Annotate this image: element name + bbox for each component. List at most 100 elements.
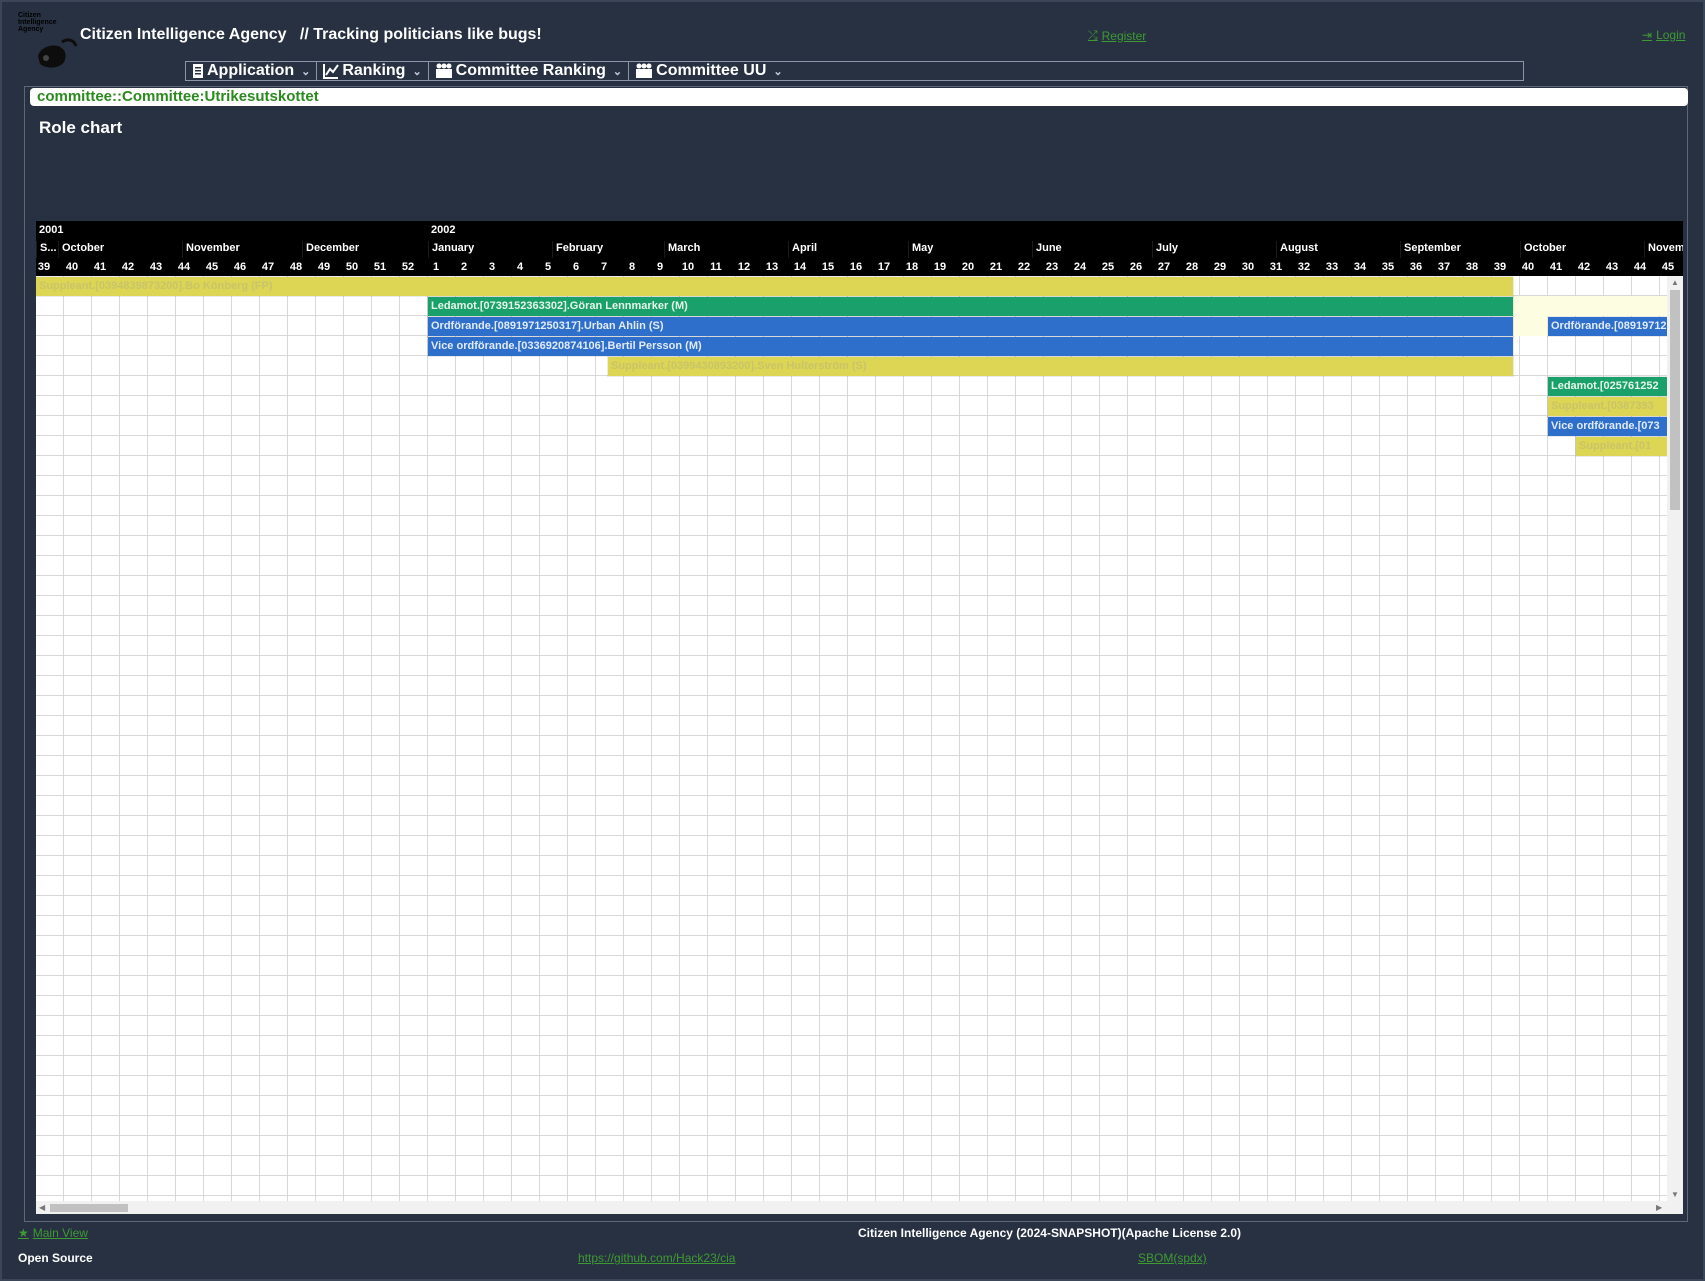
role-bar[interactable]: Suppleant.[0399430893200].Sven Hulterstr…: [608, 357, 1513, 376]
year-label: 2001: [39, 224, 64, 236]
week-label: 22: [1017, 261, 1031, 273]
month-label: October: [1520, 241, 1644, 258]
chart-grid: Suppleant.[0394839873200].Bo Könberg (FP…: [36, 276, 1667, 1201]
week-label: 34: [1353, 261, 1367, 273]
week-label: 44: [1633, 261, 1647, 273]
week-label: 43: [1605, 261, 1619, 273]
brand: Citizen Intelligence Agency // Tracking …: [80, 26, 542, 44]
shuffle-icon: ⤮: [1088, 28, 1098, 42]
login-link[interactable]: ⇥ Login: [1642, 28, 1685, 42]
week-label: 41: [93, 261, 107, 273]
scroll-right-icon[interactable]: ▶: [1656, 1203, 1662, 1212]
week-label: 44: [177, 261, 191, 273]
sbom-link[interactable]: SBOM(spdx): [1138, 1251, 1207, 1265]
week-label: 45: [1661, 261, 1675, 273]
week-label: 16: [849, 261, 863, 273]
week-label: 24: [1073, 261, 1087, 273]
week-label: 45: [205, 261, 219, 273]
scroll-thumb[interactable]: [1670, 290, 1680, 510]
role-chart: 2001 2002 S... October November December…: [36, 221, 1683, 1214]
month-label: April: [788, 241, 908, 258]
breadcrumb[interactable]: committee::Committee:Utrikesutskottet: [30, 88, 1688, 106]
footer-open-source: Open Source: [18, 1251, 93, 1265]
role-bar[interactable]: Ordförande.[0891971250317].Urban Ahlin (…: [428, 317, 1513, 336]
week-label: 30: [1241, 261, 1255, 273]
menu-committee-ranking[interactable]: Committee Ranking ⌄: [429, 62, 630, 80]
week-label: 18: [905, 261, 919, 273]
chevron-down-icon: ⌄: [412, 65, 422, 78]
week-label: 3: [488, 261, 496, 273]
week-label: 35: [1381, 261, 1395, 273]
year-label: 2002: [431, 224, 456, 236]
vertical-scrollbar[interactable]: ▲ ▼: [1667, 276, 1683, 1201]
week-label: 4: [516, 261, 524, 273]
week-label: 50: [345, 261, 359, 273]
register-link[interactable]: ⤮ Register: [1088, 28, 1146, 43]
week-label: 48: [289, 261, 303, 273]
logo[interactable]: Citizen Intelligence Agency: [16, 12, 80, 72]
scroll-left-icon[interactable]: ◀: [39, 1203, 45, 1212]
role-bar[interactable]: Vice ordförande.[073: [1548, 417, 1667, 436]
week-label: 37: [1437, 261, 1451, 273]
week-label: 43: [149, 261, 163, 273]
menu-application[interactable]: Application ⌄: [186, 62, 318, 80]
week-label: 2: [460, 261, 468, 273]
week-label: 1: [432, 261, 440, 273]
role-bar[interactable]: Ledamot.[0739152363302].Göran Lennmarker…: [428, 297, 1513, 316]
main-view-link[interactable]: ★ Main View: [18, 1226, 88, 1240]
footer-copyright: Citizen Intelligence Agency (2024-SNAPSH…: [858, 1226, 1241, 1240]
menu-ranking-label: Ranking: [342, 62, 406, 79]
week-label: 51: [373, 261, 387, 273]
week-label: 33: [1325, 261, 1339, 273]
week-label: 11: [710, 261, 722, 273]
week-label: 31: [1269, 261, 1283, 273]
week-label: 36: [1409, 261, 1423, 273]
role-bar[interactable]: Suppleant.[01: [1576, 437, 1667, 456]
month-label: August: [1276, 241, 1400, 258]
week-label: 49: [317, 261, 331, 273]
menu-committee-ranking-label: Committee Ranking: [455, 62, 606, 79]
month-label: S...: [36, 241, 58, 258]
role-bar[interactable]: Ledamot.[025761252: [1548, 377, 1667, 396]
horizontal-scrollbar[interactable]: ◀ ▶: [36, 1201, 1683, 1214]
week-label: 10: [681, 261, 695, 273]
role-bar[interactable]: Suppleant.[0387393: [1548, 397, 1667, 416]
week-label: 6: [572, 261, 580, 273]
week-label: 52: [401, 261, 415, 273]
menu-bar: Application ⌄ Ranking ⌄ Committee Rankin…: [185, 61, 1524, 81]
group-icon: [435, 63, 452, 78]
chevron-down-icon: ⌄: [612, 65, 623, 78]
week-label: 46: [233, 261, 247, 273]
scroll-up-icon[interactable]: ▲: [1671, 278, 1679, 287]
week-label: 9: [656, 261, 664, 273]
timeline-header: 2001 2002 S... October November December…: [36, 221, 1683, 276]
role-bar[interactable]: Vice ordförande.[0336920874106].Bertil P…: [428, 337, 1513, 356]
week-label: 26: [1129, 261, 1143, 273]
menu-committee-uu[interactable]: Committee UU ⌄: [629, 62, 788, 80]
week-label: 47: [261, 261, 275, 273]
menu-ranking[interactable]: Ranking ⌄: [317, 62, 429, 80]
week-label: 13: [765, 261, 779, 273]
month-label: Novem: [1644, 241, 1683, 258]
week-label: 17: [877, 261, 891, 273]
week-label: 8: [628, 261, 636, 273]
github-link[interactable]: https://github.com/Hack23/cia: [578, 1251, 735, 1265]
register-label: Register: [1101, 28, 1147, 43]
role-bar[interactable]: Ordförande.[08919712: [1548, 317, 1667, 336]
brand-tagline: // Tracking politicians like bugs!: [299, 26, 542, 43]
scroll-thumb[interactable]: [50, 1204, 128, 1212]
week-label: 40: [65, 261, 79, 273]
month-label: December: [302, 241, 428, 258]
month-label: July: [1152, 241, 1276, 258]
chevron-down-icon: ⌄: [301, 65, 311, 78]
week-label: 7: [600, 261, 608, 273]
week-label: 12: [737, 261, 751, 273]
week-label: 41: [1549, 261, 1563, 273]
month-label: September: [1400, 241, 1520, 258]
line-chart-icon: [323, 64, 340, 79]
role-bar[interactable]: Suppleant.[0394839873200].Bo Könberg (FP…: [36, 277, 1513, 296]
scroll-down-icon[interactable]: ▼: [1671, 1190, 1679, 1199]
brand-name: Citizen Intelligence Agency: [80, 26, 287, 43]
menu-committee-uu-label: Committee UU: [656, 62, 767, 79]
document-icon: [193, 64, 203, 78]
